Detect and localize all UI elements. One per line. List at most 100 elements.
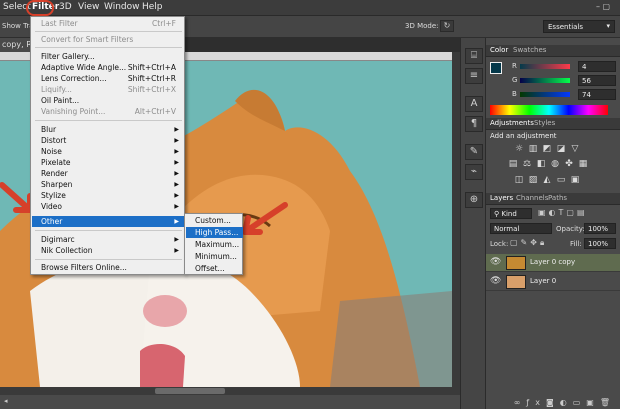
properties-icon[interactable]: ≡	[465, 68, 483, 84]
brush-icon[interactable]: ✎	[465, 144, 483, 160]
color-lookup-icon[interactable]: ▦	[578, 159, 588, 169]
menu-item-lens-correction[interactable]: Lens Correction...	[41, 74, 107, 83]
submenu-arrow-icon: ▶	[174, 203, 179, 210]
tab-color[interactable]: Color	[490, 46, 508, 54]
3d-rotate-icon[interactable]: ↻	[440, 20, 454, 32]
menu-item-oil-paint[interactable]: Oil Paint...	[41, 96, 79, 105]
menu-3d[interactable]: 3D	[59, 2, 72, 12]
menu-item-nik-collection[interactable]: Nik Collection	[41, 246, 93, 255]
levels-icon[interactable]: ▥	[528, 144, 538, 154]
b-slider[interactable]	[520, 92, 570, 97]
invert-icon[interactable]: ◫	[514, 175, 524, 185]
menu-item-stylize[interactable]: Stylize	[41, 191, 66, 200]
menu-item-blur[interactable]: Blur	[41, 125, 56, 134]
gradient-map-icon[interactable]: ▭	[556, 175, 566, 185]
fill-field[interactable]: 100%	[584, 238, 616, 249]
exposure-icon[interactable]: ◪	[556, 144, 566, 154]
layers-panel-footer-icons[interactable]: ∞ƒx◙◐▭▣🗑︎	[490, 398, 616, 408]
menu-item-liquify[interactable]: Liquify...	[41, 85, 72, 94]
lock-label: Lock:	[490, 240, 509, 248]
window-controls[interactable]: – ▢	[596, 2, 618, 13]
tab-styles[interactable]: Styles	[534, 119, 555, 127]
submenu-item-minimum[interactable]: Minimum...	[195, 252, 237, 261]
menu-item-sharpen[interactable]: Sharpen	[41, 180, 72, 189]
brush-presets-icon[interactable]: ⌁	[465, 164, 483, 180]
lock-icons[interactable]: ▢✎✥🔒︎	[510, 238, 560, 249]
workspace-select[interactable]: Essentials ▾	[543, 20, 615, 33]
foreground-color-swatch[interactable]	[490, 62, 502, 74]
menu-item-browse-filters-online[interactable]: Browse Filters Online...	[41, 263, 127, 272]
layer-kind-filter[interactable]: ⚲ Kind	[490, 208, 532, 219]
submenu-arrow-icon: ▶	[174, 126, 179, 133]
submenu-item-high-pass[interactable]: High Pass...	[195, 228, 238, 237]
submenu-item-custom[interactable]: Custom...	[195, 216, 231, 225]
filter-menu-dropdown: Last Filter Ctrl+F Convert for Smart Fil…	[30, 16, 185, 275]
b-channel-label: B	[512, 90, 517, 98]
layer-row-layer-0-copy[interactable]: 👁︎ Layer 0 copy	[486, 254, 620, 272]
menu-item-noise[interactable]: Noise	[41, 147, 62, 156]
submenu-item-offset[interactable]: Offset...	[195, 264, 225, 273]
opacity-field[interactable]: 100%	[584, 223, 616, 234]
layer-thumbnail	[506, 275, 526, 289]
menu-item-render[interactable]: Render	[41, 169, 68, 178]
character-icon[interactable]: A	[465, 96, 483, 112]
right-panels: Color Swatches R 4 G 56 B 74 Adjustments…	[486, 38, 620, 409]
tab-layers[interactable]: Layers	[490, 194, 513, 202]
workspace-label: Essentials	[548, 23, 584, 31]
filter-highlight-circle	[26, 0, 54, 16]
tab-adjustments[interactable]: Adjustments	[490, 119, 534, 127]
menu-item-distort[interactable]: Distort	[41, 136, 66, 145]
tab-channels[interactable]: Channels	[516, 194, 548, 202]
brightness-icon[interactable]: ☼	[514, 144, 524, 154]
history-icon[interactable]: ⌸	[465, 48, 483, 64]
vibrance-icon[interactable]: ▽	[570, 144, 580, 154]
horizontal-scroll-thumb[interactable]	[155, 388, 225, 394]
tab-paths[interactable]: Paths	[548, 194, 567, 202]
menu-item-filter-gallery[interactable]: Filter Gallery...	[41, 52, 95, 61]
threshold-icon[interactable]: ◭	[542, 175, 552, 185]
menu-help[interactable]: Help	[142, 2, 163, 12]
hue-saturation-icon[interactable]: ▤	[508, 159, 518, 169]
menu-item-adaptive-wide-angle[interactable]: Adaptive Wide Angle...	[41, 63, 126, 72]
eye-icon[interactable]: 👁︎	[490, 276, 501, 286]
posterize-icon[interactable]: ▨	[528, 175, 538, 185]
panel-icon-strip: ⌸ ≡ A ¶ ✎ ⌁ ⊕	[460, 38, 486, 409]
blend-mode-select[interactable]: Normal	[490, 223, 552, 234]
submenu-arrow-icon: ▶	[174, 148, 179, 155]
shortcut-liquify: Shift+Ctrl+X	[127, 85, 176, 94]
layer-row-layer-0[interactable]: 👁︎ Layer 0	[486, 273, 620, 291]
fill-label: Fill:	[570, 240, 582, 248]
layer-name: Layer 0	[530, 277, 557, 285]
r-slider[interactable]	[520, 64, 570, 69]
g-value-field[interactable]: 56	[578, 75, 616, 86]
menu-item-convert-smart-filters[interactable]: Convert for Smart Filters	[41, 35, 133, 44]
vertical-scrollbar[interactable]	[452, 52, 460, 387]
menu-item-vanishing-point[interactable]: Vanishing Point...	[41, 107, 105, 116]
tab-swatches[interactable]: Swatches	[513, 46, 546, 54]
eye-icon[interactable]: 👁︎	[490, 257, 501, 267]
submenu-item-maximum[interactable]: Maximum...	[195, 240, 239, 249]
r-value-field[interactable]: 4	[578, 61, 616, 72]
color-spectrum-ramp[interactable]	[490, 105, 608, 115]
paragraph-icon[interactable]: ¶	[465, 116, 483, 132]
menu-view[interactable]: View	[78, 2, 99, 12]
layer-filter-icons[interactable]: ▣◐T▢▤	[538, 208, 608, 219]
menu-item-pixelate[interactable]: Pixelate	[41, 158, 71, 167]
menu-window[interactable]: Window	[104, 2, 140, 12]
g-slider[interactable]	[520, 78, 570, 83]
color-balance-icon[interactable]: ⚖	[522, 159, 532, 169]
submenu-arrow-icon: ▶	[174, 159, 179, 166]
photo-filter-icon[interactable]: ◍	[550, 159, 560, 169]
b-value-field[interactable]: 74	[578, 89, 616, 100]
menu-item-video[interactable]: Video	[41, 202, 62, 211]
channel-mixer-icon[interactable]: ✤	[564, 159, 574, 169]
clone-source-icon[interactable]: ⊕	[465, 192, 483, 208]
selective-color-icon[interactable]: ▣	[570, 175, 580, 185]
menu-item-digimarc[interactable]: Digimarc	[41, 235, 75, 244]
menu-item-other[interactable]: Other	[41, 217, 62, 226]
arrow-left-icon[interactable]: ◂	[4, 397, 8, 405]
menu-item-last-filter[interactable]: Last Filter	[41, 19, 78, 28]
black-white-icon[interactable]: ◧	[536, 159, 546, 169]
curves-icon[interactable]: ◩	[542, 144, 552, 154]
horizontal-scrollbar[interactable]	[0, 387, 460, 395]
